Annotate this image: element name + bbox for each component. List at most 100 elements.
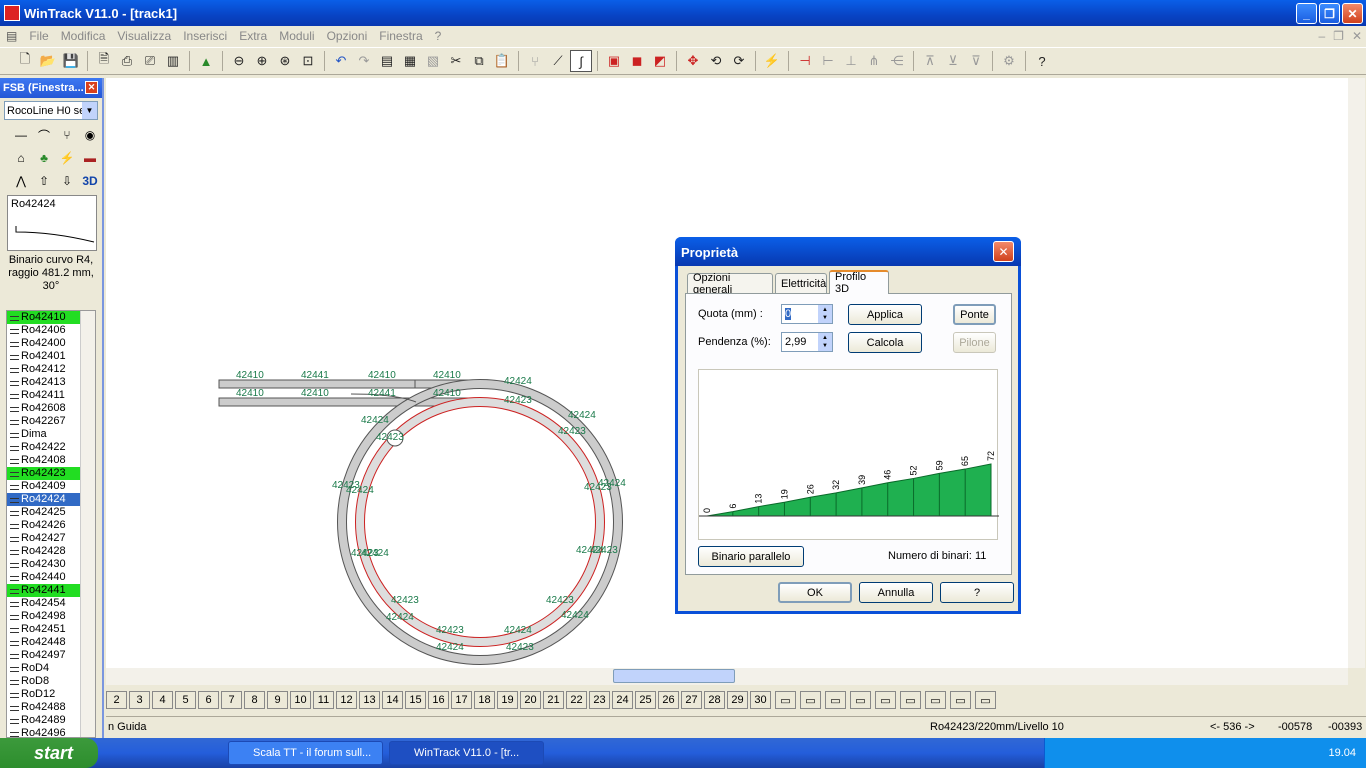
menu-inserisci[interactable]: Inserisci [177,29,233,43]
part-list-item[interactable]: RoD12 [7,688,81,701]
object-icon[interactable]: ▣ [603,50,625,72]
building-icon[interactable]: ⌂ [10,147,32,169]
horizontal-scroll-thumb[interactable] [613,669,735,683]
start-button[interactable]: start [0,738,98,768]
view-5-icon[interactable]: ▭ [975,691,996,709]
level-button[interactable]: 27 [681,691,702,709]
zoom-in-icon[interactable]: ⊕ [251,50,273,72]
pendenza-input[interactable]: 2,99 ▲ ▼ [781,332,833,352]
part-list-item[interactable]: RoD8 [7,675,81,688]
calcola-button[interactable]: Calcola [848,332,922,353]
ramp-down-icon[interactable]: ⇩ [56,170,78,192]
level-button[interactable]: 7 [221,691,242,709]
level-button[interactable]: 10 [290,691,311,709]
view-4-icon[interactable]: ▭ [950,691,971,709]
menu-modifica[interactable]: Modifica [55,29,112,43]
binario-parallelo-button[interactable]: Binario parallelo [698,546,804,567]
level-button[interactable]: 2 [106,691,127,709]
level-button[interactable]: 4 [152,691,173,709]
part-list-item[interactable]: Ro42454 [7,597,81,610]
switch-icon[interactable]: ⑂ [524,50,546,72]
print-icon[interactable]: ⎙ [116,50,138,72]
turntable-icon[interactable]: ◉ [79,124,101,146]
view-3-icon[interactable]: ▭ [925,691,946,709]
level-button[interactable]: 21 [543,691,564,709]
part-list-item[interactable]: Ro42488 [7,701,81,714]
part-list-scrollbar[interactable] [80,311,95,737]
rotate-180-icon[interactable]: ⟳ [728,50,750,72]
level-button[interactable]: 25 [635,691,656,709]
flex-track-icon[interactable]: ∫ [570,50,592,72]
image-icon[interactable]: ▲ [195,50,217,72]
part-list-item[interactable]: RoD4 [7,662,81,675]
menu-finestra[interactable]: Finestra [373,29,428,43]
part-list-item[interactable]: Ro42497 [7,649,81,662]
part-list-item[interactable]: Ro42426 [7,519,81,532]
zoom-all-icon[interactable]: ⊡ [297,50,319,72]
menu-visualizza[interactable]: Visualizza [111,29,177,43]
layers-icon[interactable]: ▦ [399,50,421,72]
part-list[interactable]: Ro42410 Ro42406 Ro42400 Ro42401 Ro42412 Ro424… [6,310,96,738]
undo-icon[interactable]: ↶ [330,50,352,72]
part-list-item[interactable]: Ro42430 [7,558,81,571]
track-join-icon[interactable]: ⊢ [817,50,839,72]
chevron-down-icon[interactable]: ▼ [82,102,97,119]
layer-red-icon[interactable]: ▭ [800,691,821,709]
task-browser[interactable]: Scala TT - il forum sull... [228,741,383,765]
switch-track-icon[interactable]: ⑂ [56,124,78,146]
restore-button[interactable]: ❐ [1319,3,1340,24]
tab-opzioni-generali[interactable]: Opzioni generali [687,272,773,296]
annulla-button[interactable]: Annulla [859,582,933,603]
rotate-icon[interactable]: ⟲ [705,50,727,72]
part-list-item[interactable]: Ro42423 [7,467,81,480]
spin-arrows-icon[interactable]: ▲ ▼ [818,305,832,323]
part-list-item[interactable]: Ro42498 [7,610,81,623]
level-button[interactable]: 20 [520,691,541,709]
level-button[interactable]: 3 [129,691,150,709]
train-icon[interactable]: ▬ [79,147,101,169]
dialog-close-icon[interactable]: ✕ [993,241,1014,262]
layer-color-icon[interactable]: ▭ [775,691,796,709]
tab-elettricita[interactable]: Elettricità [775,273,827,293]
ramp-up-icon[interactable]: ⇧ [33,170,55,192]
catenary-icon[interactable]: ⋀ [10,170,32,192]
level-button[interactable]: 17 [451,691,472,709]
mdi-minimize-icon[interactable]: – [1318,29,1325,43]
copy-icon[interactable]: ⧉ [468,50,490,72]
track-split-icon[interactable]: ⊣ [794,50,816,72]
help-button[interactable]: ? [940,582,1014,603]
layer-stack-icon[interactable]: ▭ [850,691,871,709]
part-list-item[interactable]: Ro42406 [7,324,81,337]
curved-track-icon[interactable]: ⌒ [33,124,55,146]
grid-icon[interactable]: ▧ [422,50,444,72]
curve-icon[interactable]: ⟋ [547,50,569,72]
view-1-icon[interactable]: ▭ [875,691,896,709]
level-button[interactable]: 22 [566,691,587,709]
part-list-item[interactable]: Ro42422 [7,441,81,454]
open-icon[interactable]: 📂 [37,50,59,72]
level-button[interactable]: 18 [474,691,495,709]
electric-icon[interactable]: ⚡ [56,147,78,169]
library-select[interactable]: RocoLine H0 se ▼ [4,101,98,120]
part-list-item[interactable]: Ro42496 [7,727,81,737]
ponte-button[interactable]: Ponte [953,304,996,325]
parts-list-icon[interactable]: ▥ [162,50,184,72]
part-list-item[interactable]: Ro42425 [7,506,81,519]
part-list-item[interactable]: Ro42410 [7,311,81,324]
layer-dim-icon[interactable]: ▭ [825,691,846,709]
print-preview-icon[interactable]: 🗎 [93,50,115,72]
object-red-icon[interactable]: ◼ [626,50,648,72]
level-button[interactable]: 30 [750,691,771,709]
part-list-item[interactable]: Ro42489 [7,714,81,727]
save-icon[interactable]: 💾 [60,50,82,72]
part-list-item[interactable]: Ro42267 [7,415,81,428]
level-button[interactable]: 28 [704,691,725,709]
part-list-item[interactable]: Ro42428 [7,545,81,558]
object-multi-icon[interactable]: ◩ [649,50,671,72]
level-button[interactable]: 23 [589,691,610,709]
part-list-item[interactable]: Ro42412 [7,363,81,376]
part-list-item[interactable]: Ro42411 [7,389,81,402]
track-merge-icon[interactable]: ⋲ [886,50,908,72]
height-3-icon[interactable]: ⊽ [965,50,987,72]
task-wintrack[interactable]: WinTrack V11.0 - [tr... [389,741,544,765]
